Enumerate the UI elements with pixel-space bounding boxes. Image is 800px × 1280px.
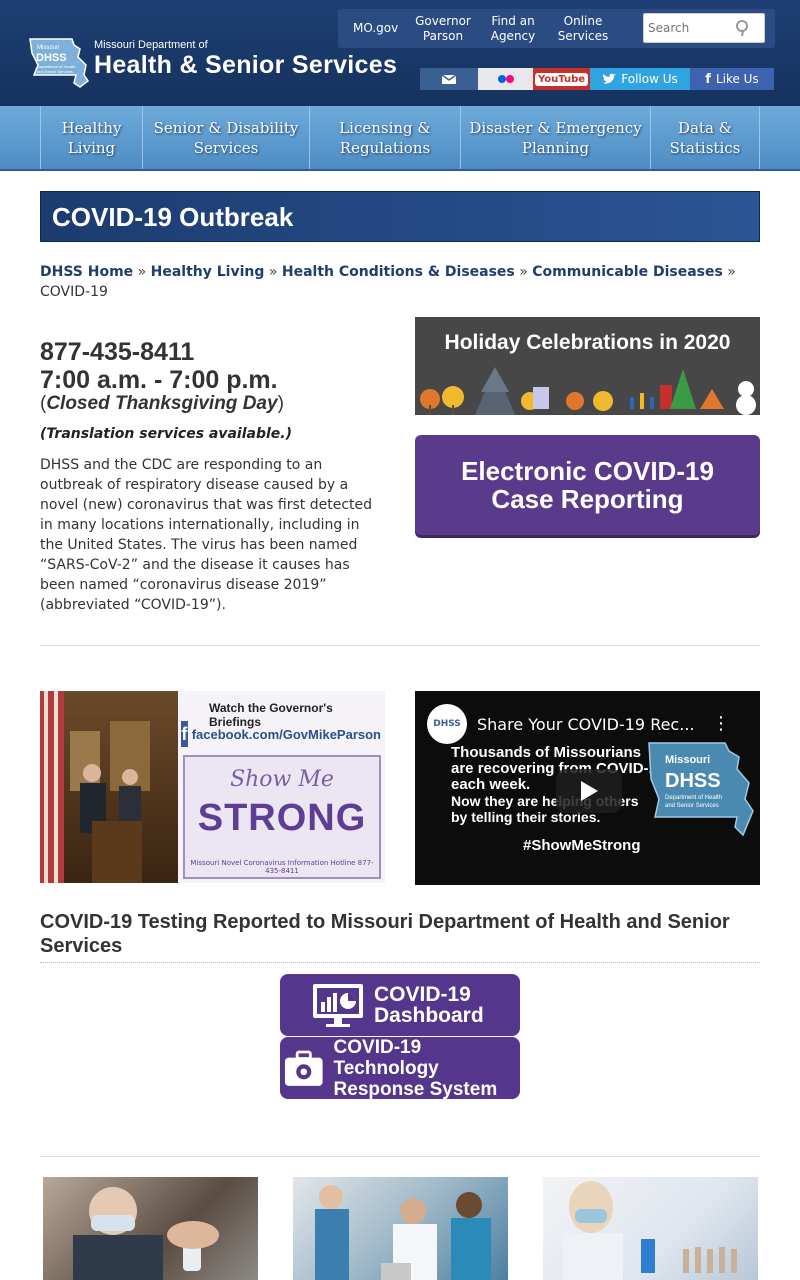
nav-senior-disability[interactable]: Senior & Disability Services bbox=[142, 106, 309, 169]
video-map-dhss: DHSS bbox=[665, 770, 721, 792]
svg-text:and Senior Services: and Senior Services bbox=[665, 803, 719, 809]
dashboard-monitor-icon bbox=[313, 984, 363, 1027]
hotline-hours: 7:00 a.m. - 7:00 p.m. bbox=[40, 366, 278, 394]
translation-note: (Translation services available.) bbox=[40, 426, 293, 442]
channel-avatar[interactable]: DHSS bbox=[427, 704, 467, 744]
governor-link[interactable]: Governor Parson bbox=[414, 14, 472, 44]
youtube-button[interactable]: YouTube bbox=[533, 68, 590, 90]
top-links-bar: MO.gov Governor Parson Find an Agency On… bbox=[338, 9, 775, 48]
flickr-icon bbox=[497, 75, 514, 83]
search-input[interactable] bbox=[644, 14, 736, 42]
briefcase-gear-icon bbox=[284, 1050, 323, 1086]
section-divider bbox=[40, 645, 760, 646]
tech-label-1: COVID-19 Technology bbox=[333, 1036, 439, 1079]
ecr-line-1: Electronic COVID-19 bbox=[461, 456, 714, 486]
electronic-case-reporting-button[interactable]: Electronic COVID-19 Case Reporting bbox=[415, 435, 760, 535]
holiday-celebrations-banner[interactable]: Holiday Celebrations in 2020 bbox=[415, 317, 760, 415]
envelope-icon bbox=[441, 74, 457, 84]
hotline-closed: (Closed Thanksgiving Day) bbox=[40, 393, 284, 414]
tech-label-2: Response System bbox=[333, 1078, 498, 1100]
facebook-label: Like Us bbox=[715, 72, 759, 86]
covid-dashboard-button[interactable]: COVID-19 Dashboard bbox=[280, 974, 520, 1036]
nav-licensing[interactable]: Licensing & Regulations bbox=[309, 106, 460, 169]
svg-text:Missouri: Missouri bbox=[37, 45, 59, 51]
youtube-video-embed[interactable]: DHSS Share Your COVID-19 Rec... ⋮ Thousa… bbox=[415, 691, 760, 885]
logo-badge: DHSS bbox=[36, 52, 67, 64]
breadcrumb-link-conditions[interactable]: Health Conditions & Diseases bbox=[282, 264, 515, 280]
svg-text:and Senior Services: and Senior Services bbox=[37, 69, 73, 74]
governor-facebook-url: facebook.com/GovMikeParson bbox=[191, 726, 381, 742]
governor-photo bbox=[40, 691, 178, 883]
video-hashtag: #ShowMeStrong bbox=[523, 837, 641, 854]
twitter-follow-button[interactable]: Follow Us bbox=[590, 68, 690, 90]
flickr-button[interactable] bbox=[478, 68, 533, 90]
technology-response-button[interactable]: COVID-19 Technology Response System bbox=[280, 1036, 520, 1100]
hotline-info: 877-435-8411 7:00 a.m. - 7:00 p.m. bbox=[40, 338, 278, 394]
ecr-line-2: Case Reporting bbox=[491, 484, 684, 514]
show-me-text: Show Me bbox=[230, 767, 334, 792]
section-divider-2 bbox=[40, 1156, 760, 1157]
site-header: Missouri DHSS Department of Health and S… bbox=[0, 0, 800, 106]
holiday-banner-title: Holiday Celebrations in 2020 bbox=[444, 331, 731, 354]
search-box bbox=[643, 13, 765, 43]
video-map-missouri: Missouri bbox=[665, 754, 710, 766]
facebook-f-icon: f bbox=[705, 71, 711, 87]
intro-paragraph: DHSS and the CDC are responding to an ou… bbox=[40, 457, 373, 613]
play-icon bbox=[581, 781, 598, 801]
lab-researcher-photo[interactable] bbox=[543, 1177, 758, 1280]
video-title[interactable]: Share Your COVID-19 Rec... bbox=[477, 715, 694, 734]
facebook-icon: f bbox=[181, 721, 188, 747]
page-title: COVID-19 Outbreak bbox=[40, 191, 760, 242]
hand-sanitizer-photo[interactable] bbox=[43, 1177, 258, 1280]
search-icon[interactable] bbox=[734, 19, 752, 37]
hotline-caption: Missouri Novel Coronavirus Information H… bbox=[190, 859, 374, 875]
dashboard-label-2: Dashboard bbox=[374, 1004, 484, 1027]
breadcrumb: DHSS Home » Healthy Living » Health Cond… bbox=[40, 264, 736, 300]
facebook-like-button[interactable]: f Like Us bbox=[690, 68, 774, 90]
svg-text:Department of Health: Department of Health bbox=[665, 795, 722, 801]
breadcrumb-link-home[interactable]: DHSS Home bbox=[40, 264, 133, 280]
logo-big-text: Health & Senior Services bbox=[94, 51, 398, 79]
video-more-menu-icon[interactable]: ⋮ bbox=[712, 713, 730, 734]
email-signup-button[interactable] bbox=[420, 68, 478, 90]
nav-healthy-living[interactable]: Healthy Living bbox=[40, 106, 142, 169]
doctors-hallway-photo[interactable] bbox=[293, 1177, 508, 1280]
testing-section-title: COVID-19 Testing Reported to Missouri De… bbox=[40, 910, 760, 963]
nav-disaster-planning[interactable]: Disaster & Emergency Planning bbox=[460, 106, 650, 169]
dashboard-label-1: COVID-19 bbox=[374, 983, 471, 1006]
missouri-dhss-map-graphic: Missouri DHSS Department of Health and S… bbox=[648, 742, 754, 837]
online-services-link[interactable]: Online Services bbox=[556, 14, 610, 44]
governor-briefings-promo[interactable]: Watch the Governor's Briefings f faceboo… bbox=[40, 691, 385, 883]
hotline-closed-text: Closed Thanksgiving Day bbox=[46, 393, 278, 414]
mogov-link[interactable]: MO.gov bbox=[353, 21, 398, 36]
breadcrumb-link-communicable[interactable]: Communicable Diseases bbox=[532, 264, 723, 280]
youtube-icon: YouTube bbox=[534, 72, 589, 86]
breadcrumb-link-healthy-living[interactable]: Healthy Living bbox=[151, 264, 265, 280]
breadcrumb-current: COVID-19 bbox=[40, 284, 108, 300]
twitter-label: Follow Us bbox=[621, 72, 678, 86]
find-agency-link[interactable]: Find an Agency bbox=[486, 14, 540, 44]
hotline-phone: 877-435-8411 bbox=[40, 338, 195, 366]
show-me-strong-card: Show Me STRONG Missouri Novel Coronaviru… bbox=[183, 755, 381, 879]
play-button[interactable] bbox=[556, 769, 622, 813]
main-nav: Healthy Living Senior & Disability Servi… bbox=[0, 106, 800, 171]
governor-facebook-link[interactable]: f facebook.com/GovMikeParson bbox=[181, 719, 381, 749]
missouri-map-icon: Missouri DHSS Department of Health and S… bbox=[29, 38, 90, 88]
strong-text: STRONG bbox=[197, 797, 367, 839]
nav-data-statistics[interactable]: Data & Statistics bbox=[650, 106, 760, 169]
twitter-bird-icon bbox=[603, 73, 617, 84]
